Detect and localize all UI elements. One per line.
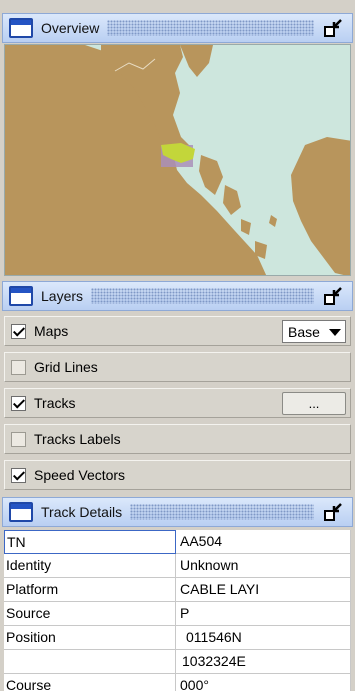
window-icon bbox=[9, 286, 33, 306]
table-row[interactable]: Course 000° bbox=[4, 674, 351, 691]
layer-label: Tracks bbox=[34, 395, 76, 411]
detail-key[interactable]: Identity bbox=[4, 554, 176, 578]
dropdown-value: Base bbox=[288, 323, 320, 340]
detail-key[interactable]: Platform bbox=[4, 578, 176, 602]
table-row[interactable]: Platform CABLE LAYI bbox=[4, 578, 351, 602]
detail-value[interactable]: 1032324E bbox=[176, 650, 351, 674]
detail-value[interactable]: 011546N bbox=[176, 626, 351, 650]
panel-drag-handle[interactable] bbox=[107, 20, 314, 36]
chevron-down-icon bbox=[329, 329, 341, 336]
track-details-title: Track Details bbox=[41, 504, 123, 520]
detail-key[interactable]: Course bbox=[4, 674, 176, 691]
detail-value[interactable]: 000° bbox=[176, 674, 351, 691]
table-row[interactable]: Position 011546N bbox=[4, 626, 351, 650]
detail-key[interactable]: Position bbox=[4, 626, 176, 650]
speed-vectors-checkbox[interactable] bbox=[11, 467, 26, 483]
track-details-panel-header: Track Details bbox=[2, 497, 353, 527]
overview-panel-header: Overview bbox=[2, 13, 353, 43]
detail-key[interactable] bbox=[4, 650, 176, 674]
maps-checkbox[interactable] bbox=[11, 323, 26, 339]
restore-down-icon[interactable] bbox=[322, 17, 344, 39]
layer-label: Speed Vectors bbox=[34, 467, 126, 483]
window-icon bbox=[9, 502, 33, 522]
detail-key[interactable]: TN bbox=[4, 530, 176, 554]
table-row[interactable]: 1032324E bbox=[4, 650, 351, 674]
tracks-options-button[interactable]: ... bbox=[282, 392, 346, 415]
table-row[interactable]: TN AA504 bbox=[4, 530, 351, 554]
track-details-table: TN AA504 Identity Unknown Platform CABLE… bbox=[4, 530, 351, 691]
layer-label: Grid Lines bbox=[34, 359, 98, 375]
layer-row-speed-vectors: Speed Vectors bbox=[4, 460, 351, 490]
layer-row-tracks-labels: Tracks Labels bbox=[4, 424, 351, 454]
detail-value[interactable]: Unknown bbox=[176, 554, 351, 578]
detail-value[interactable]: CABLE LAYI bbox=[176, 578, 351, 602]
restore-down-icon[interactable] bbox=[322, 285, 344, 307]
restore-down-icon[interactable] bbox=[322, 501, 344, 523]
table-row[interactable]: Identity Unknown bbox=[4, 554, 351, 578]
tracks-labels-checkbox[interactable] bbox=[11, 431, 26, 447]
table-row[interactable]: Source P bbox=[4, 602, 351, 626]
layer-row-maps: Maps Base bbox=[4, 316, 351, 346]
map-base-dropdown[interactable]: Base bbox=[282, 320, 346, 343]
panel-drag-handle[interactable] bbox=[91, 288, 314, 304]
layers-panel-header: Layers bbox=[2, 281, 353, 311]
detail-value[interactable]: P bbox=[176, 602, 351, 626]
window-icon bbox=[9, 18, 33, 38]
layer-row-grid-lines: Grid Lines bbox=[4, 352, 351, 382]
layer-row-tracks: Tracks ... bbox=[4, 388, 351, 418]
overview-map[interactable] bbox=[4, 44, 351, 276]
detail-value[interactable]: AA504 bbox=[176, 530, 351, 554]
overview-map-canvas bbox=[5, 45, 350, 275]
tracks-checkbox[interactable] bbox=[11, 395, 26, 411]
panel-drag-handle[interactable] bbox=[130, 504, 314, 520]
layer-label: Tracks Labels bbox=[34, 431, 121, 447]
grid-lines-checkbox[interactable] bbox=[11, 359, 26, 375]
layer-label: Maps bbox=[34, 323, 69, 339]
detail-key[interactable]: Source bbox=[4, 602, 176, 626]
layers-title: Layers bbox=[41, 288, 84, 304]
overview-title: Overview bbox=[41, 20, 100, 36]
